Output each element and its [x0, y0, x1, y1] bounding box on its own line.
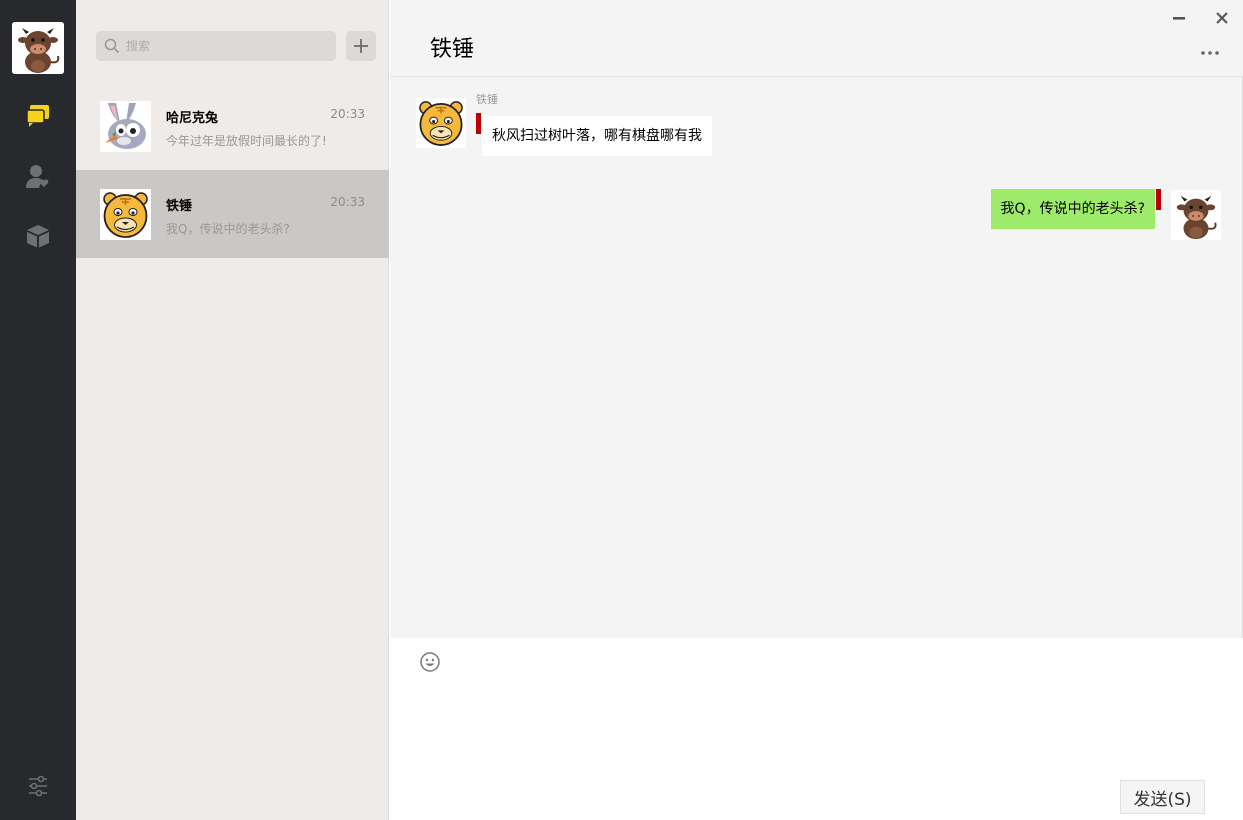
chat-title: 铁锤: [430, 37, 475, 62]
search-box[interactable]: [96, 31, 336, 61]
chat-bubbles-icon: [26, 105, 49, 127]
minimize-icon: [1173, 17, 1185, 20]
conversation-preview: 今年过年是放假时间最长的了!: [166, 134, 327, 148]
conversation-time: 20:33: [330, 195, 365, 209]
add-chat-button[interactable]: [346, 31, 376, 61]
nav-collections[interactable]: [24, 222, 52, 250]
message-avatar[interactable]: [1171, 190, 1221, 240]
tiger-avatar-icon: [416, 98, 466, 148]
plus-icon: [354, 39, 368, 53]
conversation-preview: 我Q，传说中的老头杀?: [166, 222, 290, 236]
more-dots-icon: [1201, 51, 1219, 55]
message-bubble[interactable]: 秋风扫过树叶落，哪有棋盘哪有我: [482, 116, 712, 156]
conversation-time: 20:33: [330, 107, 365, 121]
minimize-button[interactable]: [1169, 8, 1189, 28]
message-input[interactable]: [418, 682, 1218, 772]
message-unread-marker: [476, 113, 481, 134]
nav-settings[interactable]: [24, 772, 52, 800]
cow-avatar-icon: [1171, 190, 1221, 240]
nav-chat[interactable]: [24, 102, 52, 130]
conversation-name: 铁锤: [166, 199, 193, 214]
rabbit-avatar-icon: [100, 101, 151, 152]
conversation-avatar: [100, 101, 151, 152]
cow-avatar-icon: [12, 22, 64, 74]
close-button[interactable]: [1212, 8, 1232, 28]
emoji-button[interactable]: [418, 650, 442, 674]
search-input[interactable]: [126, 39, 326, 53]
message-bubble[interactable]: 我Q，传说中的老头杀?: [990, 189, 1155, 229]
close-icon: [1216, 12, 1228, 24]
conversation-item[interactable]: 铁锤 20:33 我Q，传说中的老头杀?: [76, 170, 389, 258]
message-avatar[interactable]: [416, 98, 466, 148]
conversation-avatar: [100, 189, 151, 240]
nav-contacts[interactable]: [24, 162, 52, 190]
tiger-avatar-icon: [100, 189, 151, 240]
chat-panel: 铁锤 铁锤 秋风扫过树叶落，哪有棋盘哪有我 我Q，传说中的老头杀? 发送(S): [390, 0, 1243, 820]
conversation-list: 哈尼克兔 20:33 今年过年是放假时间最长的了! 铁锤 20:33 我Q，: [76, 0, 389, 820]
message-sender-name: 铁锤: [476, 93, 498, 106]
message-input-area: 发送(S): [390, 638, 1243, 820]
send-button[interactable]: 发送(S): [1120, 780, 1205, 814]
conversation-item[interactable]: 哈尼克兔 20:33 今年过年是放假时间最长的了!: [76, 82, 389, 170]
message-unread-marker: [1156, 189, 1161, 210]
emoji-icon: [420, 652, 440, 672]
user-avatar[interactable]: [12, 22, 64, 74]
search-icon: [104, 38, 120, 54]
more-options-button[interactable]: [1198, 45, 1222, 61]
settings-sliders-icon: [29, 775, 47, 797]
cube-icon: [27, 225, 49, 248]
conversation-name: 哈尼克兔: [166, 111, 219, 126]
chat-header: 铁锤: [390, 0, 1243, 77]
nav-sidebar: [0, 0, 76, 820]
contacts-icon: [26, 165, 49, 188]
